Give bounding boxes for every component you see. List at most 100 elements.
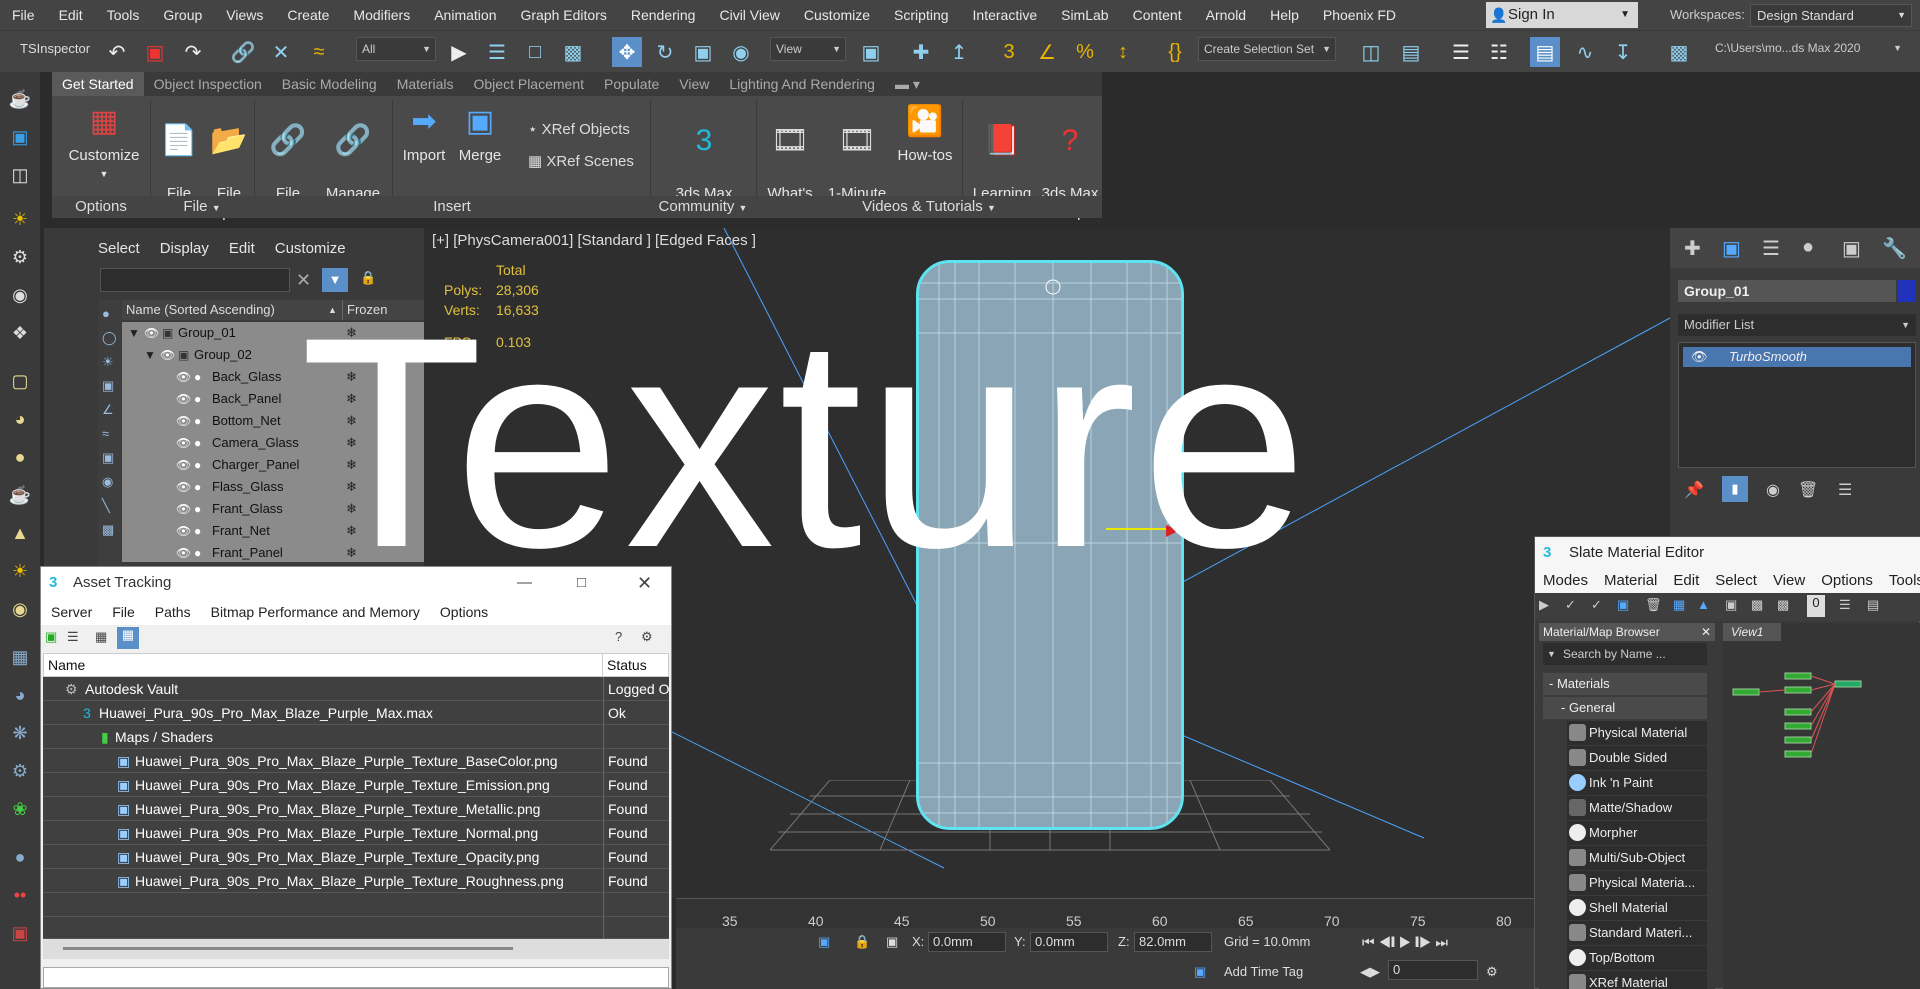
plane-icon[interactable]: ▦ bbox=[6, 644, 34, 670]
learning-path-button[interactable]: 📕 Learning Path... bbox=[966, 102, 1038, 241]
redo-icon[interactable]: ↷ bbox=[178, 37, 208, 67]
scene-menu-edit[interactable]: Edit bbox=[229, 240, 255, 257]
create-tab-icon[interactable]: ✚ bbox=[1684, 236, 1701, 261]
eye-icon[interactable]: 👁 bbox=[144, 322, 159, 344]
tab-view[interactable]: View bbox=[669, 72, 719, 96]
section-videos[interactable]: Videos & Tutorials ▼ bbox=[756, 196, 1102, 218]
isolate-icon[interactable]: ▣ bbox=[818, 934, 830, 950]
menu-customize[interactable]: Customize bbox=[792, 0, 882, 30]
modifier-stack-item[interactable]: 👁 TurboSmooth bbox=[1683, 347, 1911, 367]
sample-type-icon[interactable]: 0 bbox=[1807, 595, 1825, 617]
list-view-icon[interactable]: ☰ bbox=[67, 629, 79, 645]
color-dots-icon[interactable]: •• bbox=[6, 882, 34, 908]
utilities-tab-icon[interactable]: 🔧 bbox=[1882, 236, 1907, 261]
link-icon[interactable]: 🔗 bbox=[228, 37, 258, 67]
scene-row[interactable]: 👁 ● Camera_Glass ❄ bbox=[122, 432, 424, 454]
modify-tab-icon[interactable]: ▣ bbox=[1722, 236, 1741, 261]
lock-icon[interactable]: 🔒 bbox=[360, 270, 376, 286]
cube-icon[interactable]: ▣ bbox=[6, 920, 34, 946]
material-item[interactable]: Double Sided bbox=[1567, 746, 1707, 770]
tab-object-placement[interactable]: Object Placement bbox=[464, 72, 595, 96]
menu-create[interactable]: Create bbox=[275, 0, 341, 30]
unlink-icon[interactable]: ✕ bbox=[266, 37, 296, 67]
eye-icon[interactable]: 👁 bbox=[176, 498, 191, 520]
viewport-label[interactable]: [+] [PhysCamera001] [Standard ] [Edged F… bbox=[432, 232, 756, 249]
camera-filter-icon[interactable]: ▣ bbox=[102, 378, 114, 394]
category-general[interactable]: - General bbox=[1543, 697, 1707, 719]
scene-menu-display[interactable]: Display bbox=[160, 240, 209, 257]
scene-row[interactable]: 👁 ● Flass_Glass ❄ bbox=[122, 476, 424, 498]
freeze-icon[interactable]: ❄ bbox=[346, 344, 357, 366]
file-links-button[interactable]: 🔗 File Links bbox=[260, 102, 316, 241]
xref-objects-button[interactable]: ⋆ XRef Objects bbox=[528, 120, 630, 138]
menu-interactive[interactable]: Interactive bbox=[961, 0, 1050, 30]
freeze-icon[interactable]: ❄ bbox=[346, 454, 357, 476]
material-item[interactable]: Matte/Shadow bbox=[1567, 796, 1707, 820]
menu-help[interactable]: Help bbox=[1258, 0, 1311, 30]
align-icon[interactable]: ▤ bbox=[1396, 37, 1426, 67]
sphere-half-icon[interactable]: ◕ bbox=[6, 406, 34, 432]
col-status-header[interactable]: Status bbox=[602, 654, 647, 676]
material-item[interactable]: Physical Materia... bbox=[1567, 871, 1707, 895]
geosphere-icon[interactable]: ◉ bbox=[6, 596, 34, 622]
tab-materials[interactable]: Materials bbox=[387, 72, 464, 96]
material-item[interactable]: Ink 'n Paint bbox=[1567, 771, 1707, 795]
tab-object-inspection[interactable]: Object Inspection bbox=[144, 72, 272, 96]
horizontal-scrollbar[interactable] bbox=[43, 939, 669, 959]
node-view[interactable]: View1 bbox=[1723, 623, 1920, 989]
category-materials[interactable]: - Materials bbox=[1543, 673, 1707, 695]
menu-scripting[interactable]: Scripting bbox=[882, 0, 960, 30]
z-field[interactable]: 82.0mm bbox=[1134, 932, 1212, 952]
menu-civil-view[interactable]: Civil View bbox=[707, 0, 791, 30]
asset-menu-server[interactable]: Server bbox=[41, 599, 102, 625]
lock-icon[interactable]: 🔒 bbox=[854, 934, 870, 950]
freeze-icon[interactable]: ❄ bbox=[346, 542, 357, 564]
asset-row[interactable]: ▣ Huawei_Pura_90s_Pro_Max_Blaze_Purple_Te… bbox=[43, 821, 669, 845]
move-icon[interactable]: ✥ bbox=[612, 37, 642, 67]
geometry-filter-icon[interactable]: ● bbox=[102, 306, 110, 321]
asset-menu-file[interactable]: File bbox=[102, 599, 145, 625]
window-crossing-icon[interactable]: ▩ bbox=[558, 37, 588, 67]
layout-icon[interactable]: ☰ bbox=[1839, 597, 1851, 613]
angle-snap-icon[interactable]: ∠ bbox=[1032, 37, 1062, 67]
material-item[interactable]: Physical Material bbox=[1567, 721, 1707, 745]
add-time-tag[interactable]: Add Time Tag bbox=[1224, 964, 1303, 979]
menu-phoenix-fd[interactable]: Phoenix FD bbox=[1311, 0, 1408, 30]
xref-scenes-button[interactable]: ▦ XRef Scenes bbox=[528, 152, 634, 170]
bone-filter-icon[interactable]: ╲ bbox=[102, 498, 110, 514]
rect-selection-icon[interactable]: □ bbox=[520, 37, 550, 67]
show-map-icon[interactable]: ▣ bbox=[1725, 597, 1737, 613]
eye-icon[interactable]: 👁 bbox=[176, 476, 191, 498]
freeze-icon[interactable]: ❄ bbox=[346, 520, 357, 542]
asset-menu-paths[interactable]: Paths bbox=[145, 599, 201, 625]
eye-icon[interactable]: 👁 bbox=[176, 454, 191, 476]
snaps-toggle-icon[interactable]: 3 bbox=[994, 37, 1024, 67]
shape-icon[interactable]: ❖ bbox=[6, 320, 34, 346]
display-tab-icon[interactable]: ▣ bbox=[1842, 236, 1861, 261]
grass-icon[interactable]: ❀ bbox=[6, 796, 34, 822]
time-config-icon[interactable]: ⚙ bbox=[1486, 964, 1498, 980]
menu-content[interactable]: Content bbox=[1121, 0, 1194, 30]
refresh-icon[interactable]: ▣ bbox=[45, 629, 57, 645]
xref-filter-icon[interactable]: ◉ bbox=[102, 474, 113, 490]
expand-icon[interactable]: ▼ bbox=[128, 322, 140, 344]
eye-icon[interactable]: 👁 bbox=[160, 344, 175, 366]
light-filter-icon[interactable]: ☀ bbox=[102, 354, 114, 370]
settings-icon[interactable]: ⚙ bbox=[641, 629, 653, 645]
merge-button[interactable]: ▣ Merge bbox=[452, 102, 508, 165]
scrollbar-thumb[interactable] bbox=[63, 947, 513, 950]
scene-menu-customize[interactable]: Customize bbox=[275, 240, 346, 257]
menu-edit[interactable]: Edit bbox=[47, 0, 95, 30]
motion-tab-icon[interactable]: ● bbox=[1802, 236, 1814, 259]
selection-filter-dropdown[interactable]: All ▼ bbox=[356, 37, 436, 61]
slate-menu-view[interactable]: View bbox=[1765, 569, 1813, 593]
col-name-header[interactable]: Name (Sorted Ascending) bbox=[126, 300, 275, 320]
gizmo-z-axis-icon[interactable]: ▲ bbox=[1072, 398, 1088, 416]
table-view-icon[interactable]: ▦ bbox=[117, 627, 139, 649]
material-search-input[interactable]: ▼ Search by Name ... bbox=[1543, 643, 1707, 665]
menu-rendering[interactable]: Rendering bbox=[619, 0, 708, 30]
pivot-center-icon[interactable]: ▣ bbox=[856, 37, 886, 67]
menu-graph-editors[interactable]: Graph Editors bbox=[508, 0, 618, 30]
render-icon[interactable]: ◫ bbox=[6, 162, 34, 188]
texture-icon[interactable]: ▣ bbox=[140, 37, 170, 67]
